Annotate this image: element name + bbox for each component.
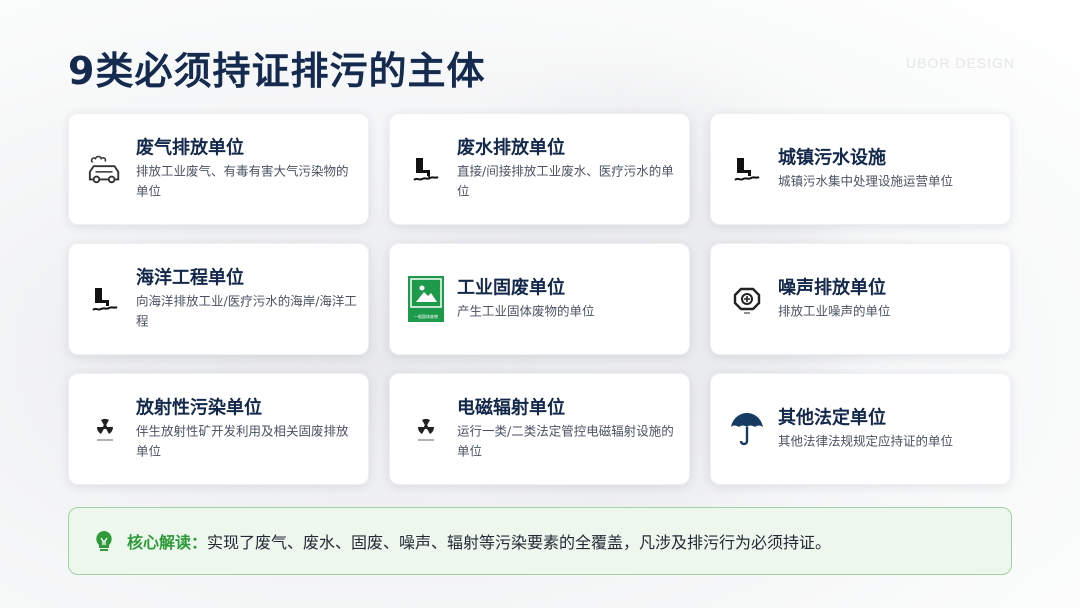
watermark-text: UBOR DESIGN (906, 55, 1016, 71)
wastewater-pipe-icon (87, 281, 123, 317)
card-title: 工业固废单位 (457, 277, 565, 299)
card-desc: 排放工业噪声的单位 (778, 303, 891, 319)
card-desc: 产生工业固体废物的单位 (457, 303, 595, 319)
card-other-legal: 其他法定单位 其他法律法规规定应持证的单位 (710, 373, 1011, 485)
card-desc: 其他法律法规规定应持证的单位 (778, 433, 954, 449)
wastewater-pipe-icon (408, 151, 444, 187)
car-exhaust-icon (87, 151, 123, 187)
core-interpretation-banner: 核心解读： 实现了废气、废水、固废、噪声、辐射等污染要素的全覆盖，凡涉及排污行为… (68, 507, 1012, 575)
banner-text: 实现了废气、废水、固废、噪声、辐射等污染要素的全覆盖，凡涉及排污行为必须持证。 (207, 533, 832, 552)
card-title: 放射性污染单位 (136, 397, 262, 419)
card-wastewater: 废水排放单位 直接/间接排放工业废水、医疗污水的单位 (389, 113, 690, 225)
banner-label: 核心解读： (127, 533, 208, 552)
card-solid-waste: 一般固体废物 工业固废单位 产生工业固体废物的单位 (389, 243, 690, 355)
card-desc: 运行一类/二类法定管控电磁辐射设施的单位 (457, 423, 674, 459)
card-title: 其他法定单位 (778, 407, 886, 429)
card-electromagnetic: 电磁辐射单位 运行一类/二类法定管控电磁辐射设施的单位 (389, 373, 690, 485)
card-radioactive: 放射性污染单位 伴生放射性矿开发利用及相关固废排放单位 (68, 373, 369, 485)
umbrella-icon (729, 411, 765, 447)
radiation-icon (408, 411, 444, 447)
card-title: 废气排放单位 (136, 137, 244, 159)
page-title: 9类必须持证排污的主体 (68, 49, 486, 93)
card-desc: 城镇污水集中处理设施运营单位 (778, 173, 954, 189)
radiation-icon (87, 411, 123, 447)
card-title: 电磁辐射单位 (457, 397, 565, 419)
wastewater-pipe-icon (729, 151, 765, 187)
card-title: 城镇污水设施 (778, 147, 886, 169)
card-exhaust: 废气排放单位 排放工业废气、有毒有害大气污染物的单位 (68, 113, 369, 225)
card-noise: 噪声排放单位 排放工业噪声的单位 (710, 243, 1011, 355)
card-marine: 海洋工程单位 向海洋排放工业/医疗污水的海岸/海洋工程 (68, 243, 369, 355)
card-title: 噪声排放单位 (778, 277, 886, 299)
noise-symbol-icon (729, 281, 765, 317)
card-desc: 向海洋排放工业/医疗污水的海岸/海洋工程 (136, 293, 357, 329)
sign-caption: 一般固体废物 (414, 314, 438, 319)
card-title: 废水排放单位 (457, 137, 565, 159)
solid-waste-sign-icon: 一般固体废物 (408, 276, 444, 322)
card-desc: 排放工业废气、有毒有害大气污染物的单位 (136, 163, 349, 199)
card-desc: 伴生放射性矿开发利用及相关固废排放单位 (136, 423, 349, 459)
card-urban-sewage: 城镇污水设施 城镇污水集中处理设施运营单位 (710, 113, 1011, 225)
card-title: 海洋工程单位 (136, 267, 244, 289)
lightbulb-icon (96, 531, 112, 551)
card-desc: 直接/间接排放工业废水、医疗污水的单位 (457, 163, 674, 199)
